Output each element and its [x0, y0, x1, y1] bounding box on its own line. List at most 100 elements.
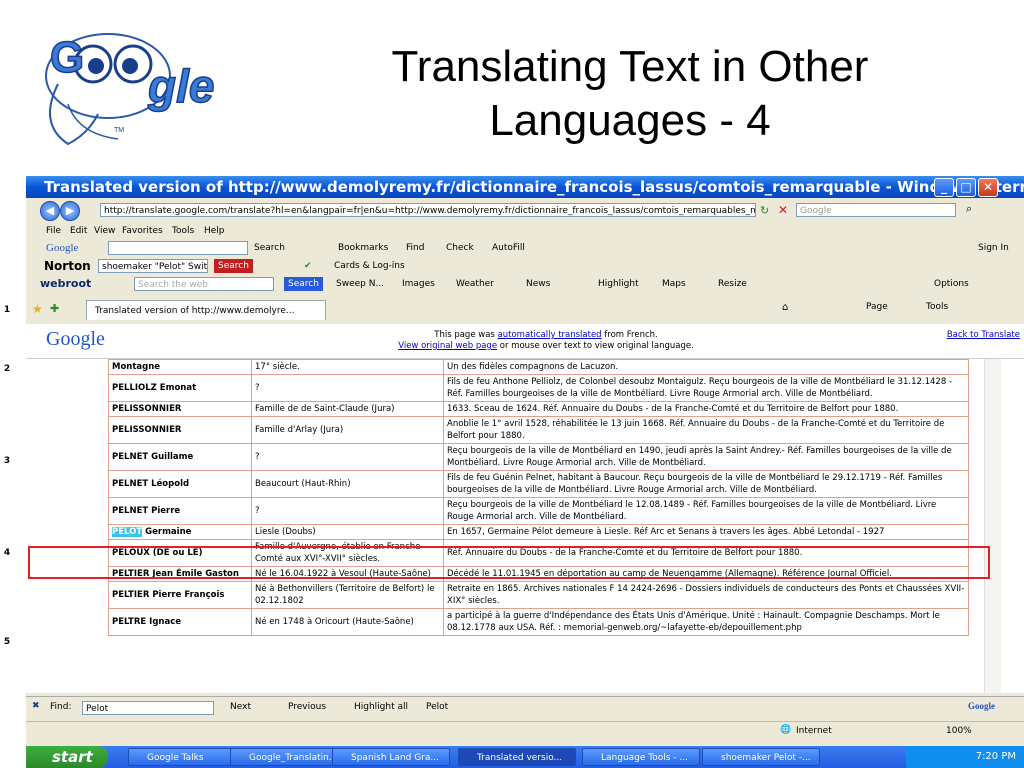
sign-in-button[interactable]: Sign In: [978, 240, 1009, 256]
google-toolbar-logo: Google: [46, 242, 79, 254]
resize-button[interactable]: Resize: [718, 276, 747, 292]
address-input[interactable]: http://translate.google.com/translate?hl…: [100, 203, 756, 217]
maps-button[interactable]: Maps: [662, 276, 686, 292]
minimize-button[interactable]: _: [934, 178, 954, 197]
origin-cell: Famille de de Saint-Claude (Jura): [251, 401, 444, 417]
description-cell: Anoblie le 1° avril 1528, réhabilitée le…: [443, 416, 969, 444]
task-translated-version[interactable]: Translated versio...: [458, 748, 576, 766]
google-toolbar: Google Search Bookmarks Find Check AutoF…: [26, 240, 1024, 256]
name-cell: PELOT Germaine: [108, 524, 252, 540]
norton-toolbar: Norton shoemaker "Pelot" Swit: Search ✔ …: [26, 258, 1024, 274]
window-titlebar[interactable]: Translated version of http://www.demolyr…: [26, 176, 1024, 198]
task-spanish-land[interactable]: Spanish Land Gra...: [332, 748, 450, 766]
automatically-translated-link[interactable]: automatically translated: [498, 330, 602, 340]
address-bar-row: ◀ ▶ http://translate.google.com/translat…: [26, 198, 1024, 222]
bookmarks-button[interactable]: Bookmarks: [338, 240, 388, 256]
menu-tools[interactable]: Tools: [172, 224, 194, 238]
slide-thumb-3[interactable]: 3: [0, 456, 14, 466]
task-language-tools[interactable]: Language Tools - ...: [582, 748, 700, 766]
autofill-button[interactable]: AutoFill: [492, 240, 525, 256]
table-row: Montagne 17° siècle. Un des fidèles compag…: [108, 359, 969, 375]
highlight-button[interactable]: Highlight: [598, 276, 639, 292]
description-cell: Fils de feu Anthone Pelliolz, de Colonbe…: [443, 374, 969, 402]
translate-info-pre: This page was: [434, 330, 498, 340]
window-title: Translated version of http://www.demolyr…: [44, 178, 1024, 196]
slide-thumb-4[interactable]: 4: [0, 548, 14, 558]
back-icon[interactable]: ◀: [40, 201, 60, 221]
back-to-translate-link[interactable]: Back to Translate: [947, 330, 1020, 340]
slide-thumb-5[interactable]: 5: [0, 637, 14, 647]
stop-icon[interactable]: ✕: [778, 203, 788, 217]
close-find-icon[interactable]: ✖: [32, 701, 40, 711]
translate-google-logo: Google: [46, 328, 105, 350]
origin-cell: Liesle (Doubs): [251, 524, 444, 540]
name-cell: PELLIOLZ Emonat: [108, 374, 252, 402]
google-toolbar-search-button[interactable]: Search: [254, 240, 285, 256]
find-next-button[interactable]: Next: [230, 702, 251, 712]
name-cell: PELTRE Ignace: [108, 608, 252, 636]
find-input[interactable]: Pelot: [82, 701, 214, 715]
slide-thumb-2[interactable]: 2: [0, 364, 14, 374]
find-match-text: Pelot: [426, 702, 449, 712]
search-icon[interactable]: ⌕: [966, 202, 972, 216]
maximize-button[interactable]: □: [956, 178, 976, 197]
page-menu[interactable]: Page: [866, 302, 888, 312]
check-button[interactable]: Check: [446, 240, 474, 256]
sweep-button[interactable]: Sweep N...: [336, 276, 384, 292]
norton-search-button[interactable]: Search: [214, 259, 253, 273]
tab-translated[interactable]: Translated version of http://www.demolyr…: [86, 300, 326, 320]
status-bar: 🌐 Internet 100%: [26, 721, 1024, 740]
news-button[interactable]: News: [526, 276, 550, 292]
favorites-star-icon[interactable]: ★: [32, 302, 43, 316]
weather-button[interactable]: Weather: [456, 276, 494, 292]
table-row: PELNET Pierre? Reçu bourgeois de la ville…: [108, 497, 969, 525]
task-google-translating[interactable]: Google_Translatin...: [230, 748, 348, 766]
start-button[interactable]: start: [26, 746, 108, 768]
origin-cell: ?: [251, 374, 444, 402]
webroot-search-button[interactable]: Search: [284, 277, 323, 291]
find-label: Find:: [50, 702, 72, 712]
internet-zone-icon: 🌐: [780, 725, 792, 735]
options-button[interactable]: Options: [934, 276, 969, 292]
find-google-brand: Google: [968, 701, 995, 711]
refresh-icon[interactable]: ↻: [760, 204, 769, 217]
images-button[interactable]: Images: [402, 276, 435, 292]
tools-menu[interactable]: Tools: [926, 302, 948, 312]
highlight-all-button[interactable]: Highlight all: [354, 702, 408, 712]
zoom-level[interactable]: 100%: [946, 726, 972, 736]
norton-logo: Norton: [44, 259, 91, 273]
webroot-search-field[interactable]: Search the web: [134, 277, 274, 291]
view-original-link[interactable]: View original web page: [398, 341, 497, 351]
live-search-input[interactable]: Google: [796, 203, 956, 217]
close-button[interactable]: ✕: [978, 178, 998, 197]
logo-tm: TM: [114, 127, 124, 134]
cards-logins-button[interactable]: Cards & Log-ins: [334, 258, 405, 274]
description-cell: Reçu bourgeois de la ville de Montbéliar…: [443, 497, 969, 525]
origin-cell: 17° siècle.: [251, 359, 444, 375]
task-shoemaker-pelot[interactable]: shoemaker Pelot -...: [702, 748, 820, 766]
table-row: PELISSONNIER Famille de de Saint-Claude (…: [108, 401, 969, 417]
menu-favorites[interactable]: Favorites: [122, 224, 163, 238]
menu-view[interactable]: View: [94, 224, 115, 238]
menu-file[interactable]: File: [46, 224, 61, 238]
menu-edit[interactable]: Edit: [70, 224, 87, 238]
norton-search-field[interactable]: shoemaker "Pelot" Swit:: [98, 259, 208, 273]
forward-icon[interactable]: ▶: [60, 201, 80, 221]
add-favorites-icon[interactable]: ✚: [50, 302, 59, 315]
description-cell: a participé à la guerre d'Indépendance d…: [443, 608, 969, 636]
menu-help[interactable]: Help: [204, 224, 225, 238]
home-icon[interactable]: ⌂: [782, 302, 788, 313]
name-cell: Montagne: [108, 359, 252, 375]
name-cell: PELNET Guillame: [108, 443, 252, 471]
google-toolbar-search-field[interactable]: [108, 241, 248, 255]
task-google-talks[interactable]: Google Talks: [128, 748, 246, 766]
find-previous-button[interactable]: Previous: [288, 702, 326, 712]
slide-thumb-1[interactable]: 1: [0, 305, 14, 315]
table-row: PELOT Germaine Liesle (Doubs) En 1657, Ger…: [108, 524, 969, 540]
norton-check-icon[interactable]: ✔: [304, 258, 312, 274]
find-button[interactable]: Find: [406, 240, 424, 256]
origin-cell: Beaucourt (Haut-Rhin): [251, 470, 444, 498]
name-rest: Germaine: [142, 527, 192, 537]
scrollbar[interactable]: [984, 359, 1001, 693]
translate-info-post: from French.: [601, 330, 658, 340]
